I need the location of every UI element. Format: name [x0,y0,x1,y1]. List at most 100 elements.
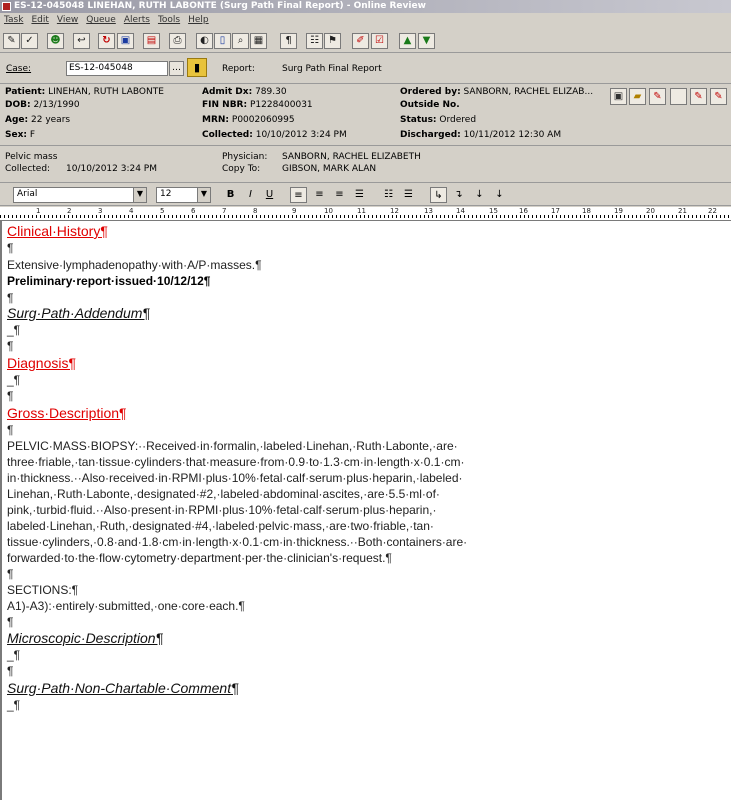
chevron-down-icon: ▼ [197,188,210,202]
clinical-history-heading: Clinical·History¶ [7,223,108,239]
save-icon[interactable]: ▦ [250,33,267,49]
menu-tools[interactable]: Tools [154,13,184,25]
paragraph-mark: _¶ [7,698,21,712]
numbered-list-icon[interactable]: ☷ [380,187,397,203]
non-chartable-comment-heading: Surg·Path·Non-Chartable·Comment¶ [7,680,239,696]
font-size-value: 12 [160,189,172,199]
undo-icon[interactable]: ↩ [73,33,90,49]
main-toolbar: ✎ ✓ ☻ ↩ ↻ ▣ ▤ ⎙ ◐ ▯ ⌕ ▦ ¶ ☷ ⚑ ✐ ☑ ▲ ▼ [0,29,731,53]
report-value: Surg Path Final Report [282,64,382,74]
paragraph-mark: _¶ [7,373,21,387]
paragraph-mark: ¶ [7,389,14,403]
bold-button[interactable]: B [222,187,239,203]
sections-label: SECTIONS:¶ [7,583,79,597]
italic-button[interactable]: I [242,187,259,203]
justify-icon[interactable]: ☰ [351,187,368,203]
gross-line: PELVIC·MASS·BIOPSY:··Received·in·formali… [7,439,458,453]
blank-icon[interactable] [670,88,687,105]
collected-field: Collected: 10/10/2012 3:24 PM [202,130,347,140]
gross-line: Linehan,·Ruth·Labonte,·designated·#2,·la… [7,487,440,501]
check-pencil-icon[interactable]: ✓ [21,33,38,49]
paragraph-mark: ¶ [7,664,14,678]
menu-queue[interactable]: Queue [82,13,120,25]
fin-field: FIN NBR: P1228400031 [202,100,313,110]
tab-decimal-icon[interactable]: ↓ [491,187,508,203]
mrn-field: MRN: P0002060995 [202,115,295,125]
admit-dx-field: Admit Dx: 789.30 [202,87,287,97]
specimen-panel: Pelvic mass Collected: 10/10/2012 3:24 P… [0,147,731,183]
paragraph-icon[interactable]: ¶ [280,33,297,49]
menu-edit[interactable]: Edit [27,13,52,25]
clinical-history-text: Extensive·lymphadenopathy·with·A/P·masse… [7,258,262,272]
case-number-input[interactable]: ES-12-045048 [66,61,168,76]
copy-icon[interactable]: ▯ [214,33,231,49]
ruler-tick: 21 [678,207,687,215]
ruler-tick: 6 [191,207,196,215]
window-title: ES-12-045048 LINEHAN, RUTH LABONTE (Surg… [14,1,426,11]
open-folder-icon[interactable]: ▰ [629,88,646,105]
ruler-tick: 8 [253,207,258,215]
paragraph-mark: _¶ [7,648,21,662]
image-icon[interactable]: ▣ [117,33,134,49]
specimen-name: Pelvic mass [5,152,58,162]
open-case-folder-icon[interactable]: ▮ [187,58,207,77]
arrow-up-icon[interactable]: ▲ [399,33,416,49]
ruler-tick: 20 [646,207,655,215]
flag-icon[interactable]: ⚑ [324,33,341,49]
paragraph-mark: ¶ [7,567,14,581]
specimen-collected-label: Collected: [5,164,51,174]
gross-description-heading: Gross·Description¶ [7,405,127,421]
addendum-heading: Surg·Path·Addendum¶ [7,305,150,321]
sections-text: A1)-A3):·entirely·submitted,·one·core·ea… [7,599,245,613]
bullet-list-icon[interactable]: ☰ [400,187,417,203]
report-label: Report: [222,64,255,74]
menu-help[interactable]: Help [184,13,213,25]
menu-task[interactable]: Task [0,13,27,25]
underline-button[interactable]: U [261,187,278,203]
sign-icon[interactable]: ☻ [47,33,64,49]
report-editor[interactable]: Clinical·History¶ ¶ Extensive·lymphadeno… [0,221,731,800]
menu-alerts[interactable]: Alerts [120,13,154,25]
info-icon[interactable]: ◐ [196,33,213,49]
align-center-icon[interactable]: ≡ [311,187,328,203]
find-icon[interactable]: ⌕ [232,33,249,49]
checkbox-icon[interactable]: ☑ [371,33,388,49]
font-family-select[interactable]: Arial ▼ [13,187,147,203]
status-field: Status: Ordered [400,115,477,125]
tab-right-icon[interactable]: ↓ [471,187,488,203]
copy-to-label: Copy To: [222,164,261,174]
ruler-tick: 14 [456,207,465,215]
pen-edit-icon[interactable]: ✎ [649,88,666,105]
gross-line: three·friable,·tan·tissue·cylinders·that… [7,455,465,469]
gross-line: tissue·cylinders,·0.8·and·1.8·cm·in·leng… [7,535,468,549]
tab-left-icon[interactable]: ↳ [430,187,447,203]
notes-icon[interactable]: ☷ [306,33,323,49]
ruler[interactable]: 1 2 3 4 5 6 7 8 9 10 11 12 13 14 15 16 1… [0,207,731,221]
physician-value: SANBORN, RACHEL ELIZABETH [282,152,421,162]
pencil-icon[interactable]: ✎ [3,33,20,49]
print-icon[interactable]: ⎙ [169,33,186,49]
ordered-by-field: Ordered by: SANBORN, RACHEL ELIZAB... [400,87,594,97]
camera-icon[interactable]: ▣ [610,88,627,105]
pen-flag-icon[interactable]: ✎ [710,88,727,105]
pen-check-icon[interactable]: ✎ [690,88,707,105]
align-left-icon[interactable]: ≡ [290,187,307,203]
ruler-tick: 4 [129,207,134,215]
folder-icon[interactable]: ▤ [143,33,160,49]
font-size-select[interactable]: 12 ▼ [156,187,211,203]
gross-line: forwarded·to·the·flow·cytometry·departme… [7,551,392,565]
physician-label: Physician: [222,152,268,162]
arrow-down-icon[interactable]: ▼ [418,33,435,49]
tab-center-icon[interactable]: ↴ [450,187,467,203]
refresh-icon[interactable]: ↻ [98,33,115,49]
age-field: Age: 22 years [5,115,71,125]
ruler-tick: 11 [357,207,366,215]
case-browse-button[interactable]: … [169,61,184,76]
ruler-tick: 2 [67,207,72,215]
ruler-scale [0,215,731,218]
ruler-tick: 22 [708,207,717,215]
menu-view[interactable]: View [53,13,82,25]
paragraph-mark: ¶ [7,241,14,255]
edit-icon[interactable]: ✐ [352,33,369,49]
align-right-icon[interactable]: ≡ [331,187,348,203]
